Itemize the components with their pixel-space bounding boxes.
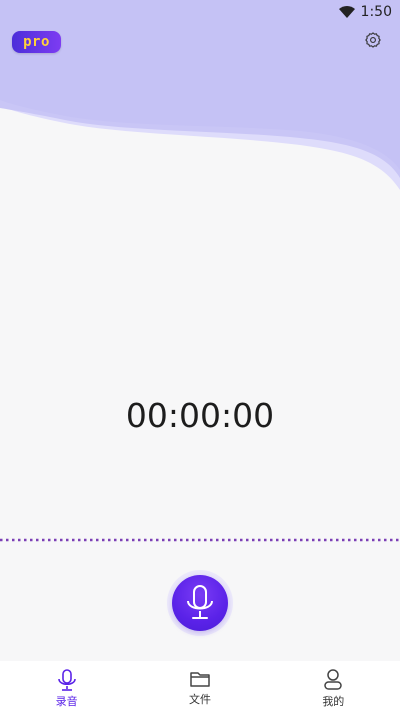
record-button-halo <box>167 570 233 636</box>
gear-icon <box>365 32 381 48</box>
user-icon <box>324 669 343 690</box>
mic-icon <box>57 669 76 691</box>
tab-files[interactable]: 文件 <box>133 661 266 711</box>
status-time: 1:50 <box>360 4 392 20</box>
tab-profile[interactable]: 我的 <box>267 661 400 711</box>
header-background <box>0 0 400 220</box>
tab-record[interactable]: 录音 <box>0 661 133 711</box>
pro-badge-label: pro <box>23 34 50 50</box>
wifi-icon <box>338 6 355 18</box>
folder-icon <box>190 672 210 687</box>
tab-profile-label: 我的 <box>322 695 345 708</box>
recording-timer: 00:00:00 <box>125 396 275 435</box>
status-bar: 1:50 <box>0 0 400 24</box>
tab-files-label: 文件 <box>188 693 211 706</box>
pro-badge[interactable]: pro <box>12 31 61 53</box>
bottom-tab-bar: 录音 文件 我的 <box>0 661 400 711</box>
record-button[interactable] <box>172 575 228 631</box>
tab-record-label: 录音 <box>55 695 78 708</box>
settings-button[interactable] <box>361 28 385 52</box>
waveform-divider <box>0 538 400 542</box>
mic-icon <box>187 585 213 619</box>
